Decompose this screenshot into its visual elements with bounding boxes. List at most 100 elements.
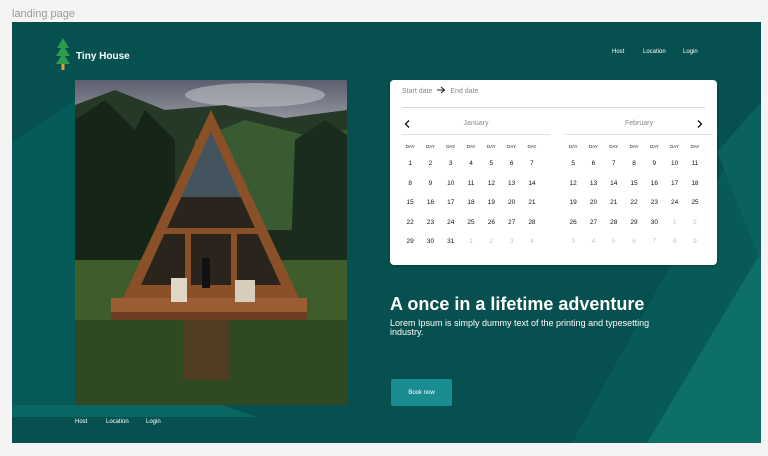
calendar-day[interactable]: 26 bbox=[563, 213, 583, 233]
calendar-day[interactable]: 4 bbox=[583, 232, 603, 252]
calendar-day[interactable]: 19 bbox=[481, 193, 501, 213]
calendar-day[interactable]: 18 bbox=[685, 174, 705, 194]
month-title: February bbox=[624, 120, 653, 127]
calendar-day[interactable]: 2 bbox=[685, 213, 705, 233]
calendar-day[interactable]: 10 bbox=[441, 174, 461, 194]
calendar-day[interactable]: 27 bbox=[583, 213, 603, 233]
end-date-input[interactable]: End date bbox=[450, 88, 478, 95]
calendar-day[interactable]: 5 bbox=[563, 154, 583, 174]
calendar-day[interactable]: 6 bbox=[501, 154, 521, 174]
calendar-day[interactable]: 3 bbox=[501, 232, 521, 252]
calendar-day[interactable]: 18 bbox=[461, 193, 481, 213]
calendar-day[interactable]: 7 bbox=[604, 154, 624, 174]
calendar-day[interactable]: 8 bbox=[664, 232, 684, 252]
start-date-input[interactable]: Start date bbox=[402, 88, 432, 95]
calendar-day[interactable]: 31 bbox=[441, 232, 461, 252]
weekday-header: DAY bbox=[609, 144, 619, 149]
calendar-day[interactable]: 24 bbox=[441, 213, 461, 233]
landing-page-frame: Tiny House Host Location Login Start dat… bbox=[12, 22, 761, 443]
calendar-day[interactable]: 9 bbox=[685, 232, 705, 252]
calendar-day[interactable]: 13 bbox=[583, 174, 603, 194]
hero-description: Lorem Ipsum is simply dummy text of the … bbox=[390, 318, 650, 337]
calendar-day[interactable]: 6 bbox=[583, 154, 603, 174]
pine-tree-icon bbox=[56, 38, 70, 75]
weekday-header: DAY bbox=[405, 144, 415, 149]
calendar-day[interactable]: 7 bbox=[644, 232, 664, 252]
calendar-day[interactable]: 11 bbox=[461, 174, 481, 194]
calendar-day[interactable]: 7 bbox=[522, 154, 542, 174]
nav-host-link[interactable]: Host bbox=[612, 49, 624, 55]
calendar-day[interactable]: 2 bbox=[481, 232, 501, 252]
calendar-day[interactable]: 8 bbox=[624, 154, 644, 174]
calendar-day[interactable]: 25 bbox=[685, 193, 705, 213]
weekday-header: DAY bbox=[527, 144, 537, 149]
calendar-day[interactable]: 4 bbox=[461, 154, 481, 174]
calendar-day[interactable]: 28 bbox=[604, 213, 624, 233]
calendar-day[interactable]: 23 bbox=[644, 193, 664, 213]
date-range-field[interactable]: Start date End date bbox=[402, 86, 478, 96]
weekday-header: DAY bbox=[486, 144, 496, 149]
calendar-day[interactable]: 1 bbox=[400, 154, 420, 174]
calendar-day[interactable]: 5 bbox=[481, 154, 501, 174]
calendar-day[interactable]: 21 bbox=[604, 193, 624, 213]
calendar-day[interactable]: 4 bbox=[522, 232, 542, 252]
calendar-day[interactable]: 22 bbox=[624, 193, 644, 213]
calendar-day[interactable]: 12 bbox=[563, 174, 583, 194]
calendar-day[interactable]: 1 bbox=[461, 232, 481, 252]
month-title: January bbox=[463, 120, 489, 127]
calendar-day[interactable]: 15 bbox=[624, 174, 644, 194]
weekday-header: DAY bbox=[568, 144, 578, 149]
nav-login-link[interactable]: Login bbox=[683, 49, 698, 55]
calendar-day[interactable]: 21 bbox=[522, 193, 542, 213]
calendar-day[interactable]: 16 bbox=[420, 193, 440, 213]
brand-logo[interactable]: Tiny House bbox=[56, 38, 130, 75]
month-grid: DAY DAY DAY DAY DAY DAY DAY 5 6 7 8 9 10 11 12 13 14 15 16… bbox=[563, 140, 715, 252]
calendar-day[interactable]: 8 bbox=[400, 174, 420, 194]
calendar-day[interactable]: 6 bbox=[624, 232, 644, 252]
footer-host-link[interactable]: Host bbox=[75, 419, 87, 425]
nav-location-link[interactable]: Location bbox=[643, 49, 666, 55]
calendar-day[interactable]: 14 bbox=[522, 174, 542, 194]
calendar-day[interactable]: 12 bbox=[481, 174, 501, 194]
calendar-day[interactable]: 11 bbox=[685, 154, 705, 174]
weekday-header: DAY bbox=[425, 144, 435, 149]
calendar-day[interactable]: 29 bbox=[624, 213, 644, 233]
calendar-day[interactable]: 25 bbox=[461, 213, 481, 233]
weekday-header: DAY bbox=[466, 144, 476, 149]
calendar-day[interactable]: 9 bbox=[420, 174, 440, 194]
weekday-header: DAY bbox=[588, 144, 598, 149]
calendar-day[interactable]: 30 bbox=[644, 213, 664, 233]
calendar-day[interactable]: 10 bbox=[664, 154, 684, 174]
calendar-day[interactable]: 20 bbox=[501, 193, 521, 213]
calendar-day[interactable]: 28 bbox=[522, 213, 542, 233]
weekday-header: DAY bbox=[649, 144, 659, 149]
calendar-day[interactable]: 3 bbox=[441, 154, 461, 174]
calendar-day[interactable]: 13 bbox=[501, 174, 521, 194]
calendar-day[interactable]: 5 bbox=[604, 232, 624, 252]
month-divider bbox=[565, 134, 713, 135]
date-range-divider bbox=[402, 107, 705, 108]
calendar-day[interactable]: 17 bbox=[441, 193, 461, 213]
calendar-day[interactable]: 26 bbox=[481, 213, 501, 233]
calendar-day[interactable]: 20 bbox=[583, 193, 603, 213]
calendar-day[interactable]: 3 bbox=[563, 232, 583, 252]
calendar-day[interactable]: 15 bbox=[400, 193, 420, 213]
calendar-day[interactable]: 2 bbox=[420, 154, 440, 174]
calendar-day[interactable]: 30 bbox=[420, 232, 440, 252]
calendar-day[interactable]: 29 bbox=[400, 232, 420, 252]
month-january: January DAY DAY DAY DAY DAY DAY DAY 1 2 3 4 5 6 7 8 9 10… bbox=[400, 120, 552, 252]
footer-login-link[interactable]: Login bbox=[146, 419, 161, 425]
calendar-day[interactable]: 1 bbox=[664, 213, 684, 233]
calendar-day[interactable]: 24 bbox=[664, 193, 684, 213]
calendar-day[interactable]: 9 bbox=[644, 154, 664, 174]
footer-location-link[interactable]: Location bbox=[106, 419, 129, 425]
calendar-day[interactable]: 22 bbox=[400, 213, 420, 233]
calendar-day[interactable]: 27 bbox=[501, 213, 521, 233]
month-grid: DAY DAY DAY DAY DAY DAY DAY 1 2 3 4 5 6 7 8 9 10 11 12 13 14… bbox=[400, 140, 552, 252]
calendar-day[interactable]: 14 bbox=[604, 174, 624, 194]
calendar-day[interactable]: 19 bbox=[563, 193, 583, 213]
calendar-day[interactable]: 23 bbox=[420, 213, 440, 233]
book-now-button[interactable]: Book now bbox=[391, 379, 452, 406]
calendar-day[interactable]: 16 bbox=[644, 174, 664, 194]
calendar-day[interactable]: 17 bbox=[664, 174, 684, 194]
